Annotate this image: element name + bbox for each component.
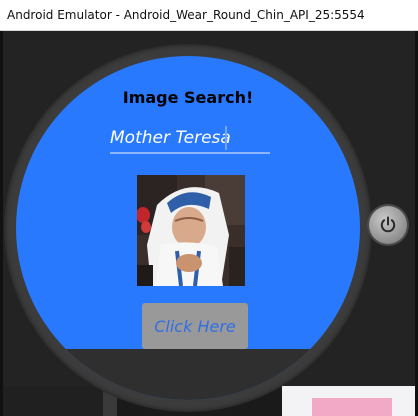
click-here-button[interactable]: Click Here: [142, 303, 248, 349]
power-icon: [380, 216, 396, 233]
power-button[interactable]: [369, 206, 407, 244]
window-title: Android Emulator - Android_Wear_Round_Ch…: [7, 8, 365, 22]
background-window-accent: [312, 398, 392, 416]
watch-screen: Image Search! Click Here: [16, 56, 360, 400]
text-caret: [225, 126, 227, 150]
watch-chin: [16, 349, 360, 400]
app-title: Image Search!: [122, 88, 254, 107]
window-titlebar: Android Emulator - Android_Wear_Round_Ch…: [0, 0, 418, 31]
search-result-image: [137, 175, 245, 286]
search-input[interactable]: [110, 124, 270, 154]
